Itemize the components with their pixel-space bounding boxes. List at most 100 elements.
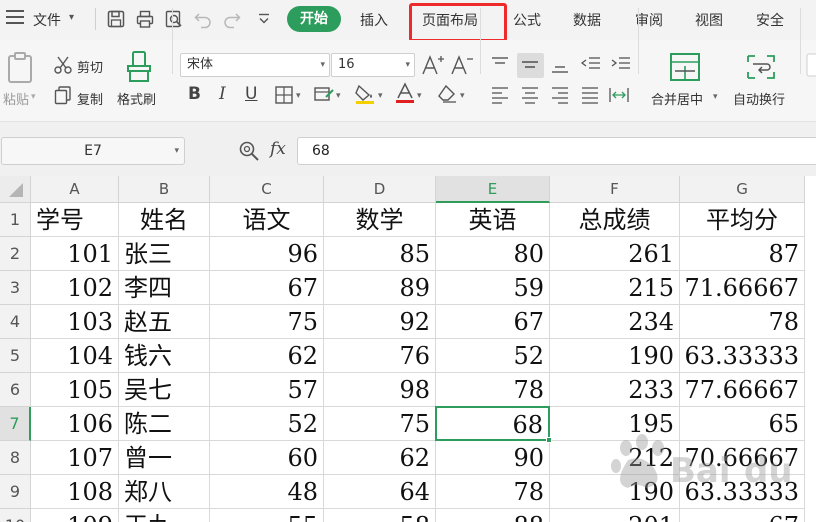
- tab-review[interactable]: 审阅: [635, 10, 663, 30]
- cell[interactable]: 陈二: [119, 407, 210, 441]
- cell[interactable]: 65: [680, 407, 805, 441]
- cell[interactable]: 58: [324, 509, 436, 522]
- cell[interactable]: 48: [210, 475, 324, 509]
- cell[interactable]: 234: [550, 305, 680, 339]
- chevron-down-icon[interactable]: ▾: [417, 91, 422, 101]
- cell[interactable]: 75: [324, 407, 436, 441]
- distributed-align-icon[interactable]: [608, 85, 630, 105]
- cell[interactable]: 195: [550, 407, 680, 441]
- format-painter-button[interactable]: 格式刷: [117, 89, 156, 108]
- cell[interactable]: 88: [436, 509, 550, 522]
- cell[interactable]: 85: [324, 237, 436, 271]
- cell[interactable]: 78: [680, 305, 805, 339]
- cell[interactable]: 吴七: [119, 373, 210, 407]
- scissors-icon[interactable]: [53, 55, 73, 75]
- fill-handle[interactable]: [546, 437, 552, 443]
- row-header-1[interactable]: 1: [0, 203, 31, 237]
- cell[interactable]: 107: [31, 441, 119, 475]
- cell[interactable]: 215: [550, 271, 680, 305]
- hamburger-menu-icon[interactable]: [6, 10, 24, 26]
- cell[interactable]: 赵五: [119, 305, 210, 339]
- cell[interactable]: 103: [31, 305, 119, 339]
- decrease-indent-icon[interactable]: [580, 55, 602, 75]
- cell[interactable]: 55: [210, 509, 324, 522]
- row-header-5[interactable]: 5: [0, 339, 31, 373]
- cell[interactable]: 李四: [119, 271, 210, 305]
- cell[interactable]: 201: [550, 509, 680, 522]
- cell[interactable]: 104: [31, 339, 119, 373]
- cell[interactable]: 78: [436, 475, 550, 509]
- row-header-6[interactable]: 6: [0, 373, 31, 407]
- increase-font-size-icon[interactable]: [421, 54, 445, 76]
- cell[interactable]: 106: [31, 407, 119, 441]
- cell[interactable]: 64: [324, 475, 436, 509]
- tab-security[interactable]: 安全: [756, 10, 784, 30]
- cell[interactable]: 71.66667: [680, 271, 805, 305]
- cell[interactable]: 233: [550, 373, 680, 407]
- header-cell[interactable]: 姓名: [119, 203, 210, 237]
- wrap-text-icon[interactable]: [745, 52, 777, 82]
- cell[interactable]: 108: [31, 475, 119, 509]
- zoom-icon[interactable]: [238, 140, 260, 166]
- header-cell[interactable]: 平均分: [680, 203, 805, 237]
- row-header-4[interactable]: 4: [0, 305, 31, 339]
- increase-indent-icon[interactable]: [610, 55, 632, 75]
- bold-button[interactable]: B: [188, 84, 201, 104]
- tab-start[interactable]: 开始: [287, 6, 341, 32]
- align-center-icon[interactable]: [520, 85, 540, 105]
- cell[interactable]: 王九: [119, 509, 210, 522]
- header-cell[interactable]: 语文: [210, 203, 324, 237]
- cell[interactable]: 90: [436, 441, 550, 475]
- decrease-font-size-icon[interactable]: [450, 54, 474, 76]
- justify-icon[interactable]: [580, 85, 600, 105]
- cell[interactable]: 曾一: [119, 441, 210, 475]
- cell[interactable]: 52: [210, 407, 324, 441]
- cell[interactable]: 67: [210, 271, 324, 305]
- borders-icon[interactable]: [274, 85, 294, 105]
- cell[interactable]: 87: [680, 237, 805, 271]
- row-header-7[interactable]: 7: [0, 407, 31, 441]
- column-header-d[interactable]: D: [324, 176, 436, 203]
- chevron-down-icon[interactable]: ▾: [713, 92, 718, 102]
- column-header-c[interactable]: C: [210, 176, 324, 203]
- chevron-down-icon[interactable]: ▾: [378, 91, 383, 101]
- cell[interactable]: 78: [436, 373, 550, 407]
- row-header-2[interactable]: 2: [0, 237, 31, 271]
- name-box[interactable]: E7 ▾: [1, 137, 185, 165]
- chevron-down-icon[interactable]: ▾: [336, 91, 341, 101]
- tab-insert[interactable]: 插入: [360, 10, 388, 30]
- wrap-text-button[interactable]: 自动换行: [733, 89, 785, 108]
- cut-button[interactable]: 剪切: [77, 57, 103, 76]
- cell[interactable]: 102: [31, 271, 119, 305]
- select-all-corner[interactable]: [0, 176, 31, 203]
- font-size-select[interactable]: 16 ▾: [331, 53, 415, 77]
- cell[interactable]: 96: [210, 237, 324, 271]
- merge-center-button[interactable]: 合并居中: [651, 89, 703, 108]
- cell[interactable]: 钱六: [119, 339, 210, 373]
- file-menu[interactable]: 文件: [33, 10, 61, 30]
- chevron-down-icon[interactable]: ▾: [296, 91, 301, 101]
- chevron-down-icon[interactable]: ▾: [460, 91, 465, 101]
- save-icon[interactable]: [106, 9, 126, 29]
- redo-icon[interactable]: [222, 9, 242, 29]
- column-header-a[interactable]: A: [31, 176, 119, 203]
- active-cell[interactable]: 68: [435, 406, 550, 441]
- chevron-down-icon[interactable]: ▾: [174, 138, 179, 164]
- align-left-icon[interactable]: [490, 85, 510, 105]
- tab-view[interactable]: 视图: [695, 10, 723, 30]
- quick-access-dropdown-icon[interactable]: [254, 9, 274, 29]
- column-header-g[interactable]: G: [680, 176, 805, 203]
- cell[interactable]: 77.66667: [680, 373, 805, 407]
- cell[interactable]: 70.66667: [680, 441, 805, 475]
- align-top-icon[interactable]: [490, 55, 510, 75]
- chevron-down-icon[interactable]: ▾: [320, 54, 325, 76]
- cell[interactable]: 张三: [119, 237, 210, 271]
- cell-style-icon[interactable]: [313, 85, 335, 105]
- row-header-8[interactable]: 8: [0, 441, 31, 475]
- cell[interactable]: 59: [436, 271, 550, 305]
- fill-color-icon[interactable]: [354, 83, 376, 105]
- column-header-b[interactable]: B: [119, 176, 210, 203]
- header-cell[interactable]: 数学: [324, 203, 436, 237]
- cell[interactable]: 62: [210, 339, 324, 373]
- cell[interactable]: 67: [680, 509, 805, 522]
